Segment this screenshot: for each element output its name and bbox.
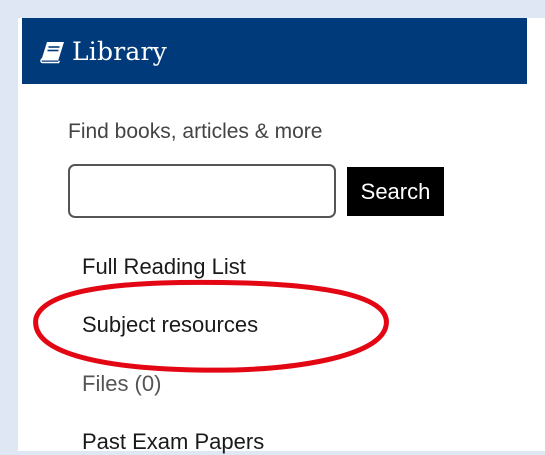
library-title: Library [72,36,167,66]
search-prompt: Find books, articles & more [68,120,323,143]
book-icon [40,42,64,64]
subject-resources-link[interactable]: Subject resources [82,312,258,338]
past-exam-papers-link[interactable]: Past Exam Papers [82,429,264,455]
files-link[interactable]: Files (0) [82,371,161,397]
full-reading-list-link[interactable]: Full Reading List [82,254,246,280]
search-button[interactable]: Search [347,167,444,216]
search-input[interactable] [68,164,336,218]
library-header: Library [22,18,527,84]
